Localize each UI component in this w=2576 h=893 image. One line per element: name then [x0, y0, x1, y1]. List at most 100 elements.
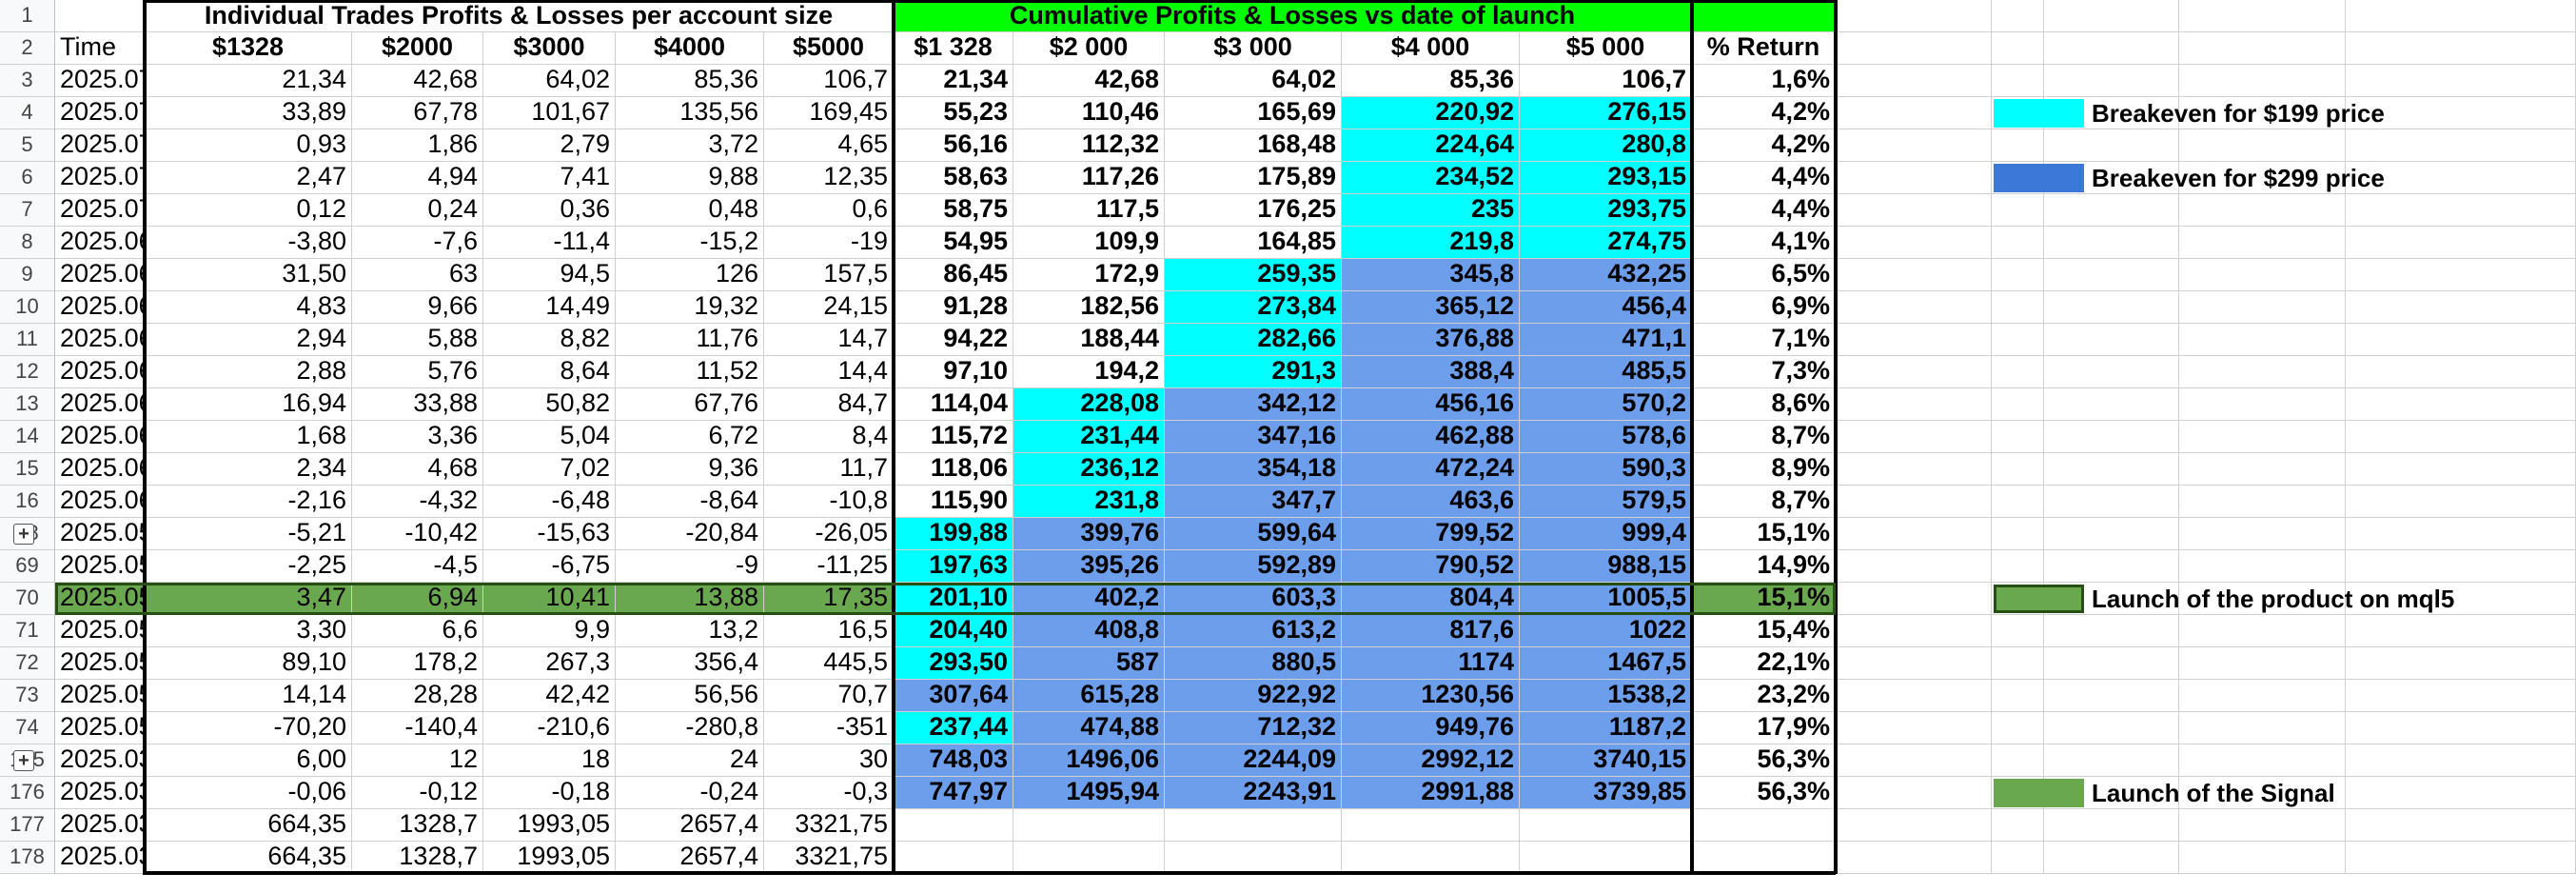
- cumulative-pl-cell[interactable]: [894, 809, 1013, 842]
- individual-pl-cell[interactable]: 6,00: [145, 744, 352, 777]
- cumulative-pl-cell[interactable]: 408,8: [1013, 615, 1165, 647]
- cumulative-pl-cell[interactable]: 204,40: [894, 615, 1013, 647]
- grid-cell[interactable]: [2044, 65, 2179, 97]
- time-cell[interactable]: 2025.06.26 09:43: [55, 356, 145, 388]
- grid-cell[interactable]: [2346, 32, 2576, 65]
- individual-pl-cell[interactable]: 178,2: [352, 647, 483, 680]
- cumulative-pl-cell[interactable]: 168,48: [1165, 129, 1342, 162]
- grid-cell[interactable]: [2346, 259, 2576, 291]
- cumulative-pl-cell[interactable]: 280,8: [1520, 129, 1692, 162]
- grid-cell[interactable]: [2346, 647, 2576, 680]
- individual-pl-cell[interactable]: 9,88: [616, 162, 764, 194]
- time-cell[interactable]: 2025.06.25 20:50: [55, 421, 145, 453]
- individual-pl-cell[interactable]: 1,68: [145, 421, 352, 453]
- cumulative-pl-cell[interactable]: 388,4: [1342, 356, 1520, 388]
- individual-pl-cell[interactable]: 8,82: [483, 324, 616, 356]
- return-cell[interactable]: 7,3%: [1692, 356, 1836, 388]
- time-cell[interactable]: 2025.06.25 14:51: [55, 453, 145, 486]
- individual-pl-cell[interactable]: 11,52: [616, 356, 764, 388]
- individual-pl-cell[interactable]: 50,82: [483, 388, 616, 421]
- grid-cell[interactable]: [1992, 486, 2044, 518]
- cumulative-pl-cell[interactable]: 817,6: [1342, 615, 1520, 647]
- row-header[interactable]: 73: [0, 680, 55, 712]
- row-header[interactable]: 5: [0, 129, 55, 162]
- cumulative-pl-cell[interactable]: 1005,5: [1520, 583, 1692, 615]
- grid-cell[interactable]: [1992, 324, 2044, 356]
- cumulative-pl-cell[interactable]: [1165, 809, 1342, 842]
- individual-pl-cell[interactable]: 10,41: [483, 583, 616, 615]
- individual-pl-cell[interactable]: -210,6: [483, 712, 616, 744]
- grid-cell[interactable]: [2179, 842, 2346, 874]
- cumulative-pl-cell[interactable]: 307,64: [894, 680, 1013, 712]
- individual-pl-cell[interactable]: 13,88: [616, 583, 764, 615]
- return-cell[interactable]: 4,2%: [1692, 129, 1836, 162]
- cumulative-pl-cell[interactable]: 365,12: [1342, 291, 1520, 324]
- return-cell[interactable]: 15,4%: [1692, 615, 1836, 647]
- cumulative-pl-cell[interactable]: [1013, 842, 1165, 874]
- cumulative-pl-cell[interactable]: 237,44: [894, 712, 1013, 744]
- grid-cell[interactable]: [2044, 680, 2179, 712]
- individual-pl-cell[interactable]: 16,94: [145, 388, 352, 421]
- return-cell[interactable]: 4,4%: [1692, 162, 1836, 194]
- return-cell[interactable]: 22,1%: [1692, 647, 1836, 680]
- individual-pl-cell[interactable]: -0,24: [616, 777, 764, 809]
- time-cell[interactable]: 2025.07.01 14:04: [55, 194, 145, 227]
- cumulative-pl-cell[interactable]: 117,26: [1013, 162, 1165, 194]
- individual-pl-cell[interactable]: 3321,75: [764, 809, 894, 842]
- cumulative-pl-cell[interactable]: 3740,15: [1520, 744, 1692, 777]
- row-header[interactable]: 13: [0, 388, 55, 421]
- individual-pl-cell[interactable]: 12: [352, 744, 483, 777]
- row-header[interactable]: 69: [0, 550, 55, 583]
- time-cell[interactable]: 2025.05.23 14:22: [55, 712, 145, 744]
- grid-cell[interactable]: [2044, 356, 2179, 388]
- individual-pl-cell[interactable]: -5,21: [145, 518, 352, 550]
- individual-pl-cell[interactable]: -10,42: [352, 518, 483, 550]
- individual-pl-cell[interactable]: 106,7: [764, 65, 894, 97]
- individual-trades-header[interactable]: Individual Trades Profits & Losses per a…: [145, 0, 894, 32]
- individual-col-header[interactable]: $4000: [616, 32, 764, 65]
- individual-pl-cell[interactable]: -9: [616, 550, 764, 583]
- cumulative-pl-cell[interactable]: [1520, 809, 1692, 842]
- cumulative-pl-cell[interactable]: 224,64: [1342, 129, 1520, 162]
- row-header[interactable]: 71: [0, 615, 55, 647]
- row-header[interactable]: 74: [0, 712, 55, 744]
- grid-cell[interactable]: [2346, 680, 2576, 712]
- grid-cell[interactable]: [1836, 129, 1992, 162]
- cumulative-pl-cell[interactable]: 462,88: [1342, 421, 1520, 453]
- individual-pl-cell[interactable]: 14,7: [764, 324, 894, 356]
- cumulative-col-header[interactable]: $1 328: [894, 32, 1013, 65]
- individual-pl-cell[interactable]: -351: [764, 712, 894, 744]
- grid-cell[interactable]: [1992, 712, 2044, 744]
- individual-pl-cell[interactable]: 1,86: [352, 129, 483, 162]
- cumulative-pl-cell[interactable]: 115,72: [894, 421, 1013, 453]
- individual-pl-cell[interactable]: 9,36: [616, 453, 764, 486]
- individual-pl-cell[interactable]: -10,8: [764, 486, 894, 518]
- grid-cell[interactable]: [2044, 615, 2179, 647]
- cumulative-pl-cell[interactable]: 804,4: [1342, 583, 1520, 615]
- grid-cell[interactable]: [2179, 453, 2346, 486]
- grid-cell[interactable]: [2044, 744, 2179, 777]
- time-cell[interactable]: 2025.03.22 10:10: [55, 842, 145, 874]
- grid-cell[interactable]: [2179, 680, 2346, 712]
- cumulative-pl-cell[interactable]: 228,08: [1013, 388, 1165, 421]
- time-cell[interactable]: 2025.05.26 04:54: [55, 583, 145, 615]
- grid-cell[interactable]: [1836, 259, 1992, 291]
- grid-cell[interactable]: [1992, 647, 2044, 680]
- row-header[interactable]: 72: [0, 647, 55, 680]
- individual-pl-cell[interactable]: 1328,7: [352, 809, 483, 842]
- return-cell[interactable]: [1692, 842, 1836, 874]
- cumulative-pl-cell[interactable]: 578,6: [1520, 421, 1692, 453]
- grid-cell[interactable]: [2179, 388, 2346, 421]
- cumulative-col-header[interactable]: $3 000: [1165, 32, 1342, 65]
- cumulative-pl-cell[interactable]: 1495,94: [1013, 777, 1165, 809]
- row-header[interactable]: 8: [0, 227, 55, 259]
- grid-cell[interactable]: [2044, 324, 2179, 356]
- cumulative-pl-cell[interactable]: 2243,91: [1165, 777, 1342, 809]
- cumulative-pl-cell[interactable]: 799,52: [1342, 518, 1520, 550]
- time-cell[interactable]: 2025.03.24 02:52: [55, 777, 145, 809]
- individual-pl-cell[interactable]: 63: [352, 259, 483, 291]
- individual-pl-cell[interactable]: 30: [764, 744, 894, 777]
- cumulative-pl-cell[interactable]: 58,63: [894, 162, 1013, 194]
- individual-pl-cell[interactable]: 0,6: [764, 194, 894, 227]
- grid-cell[interactable]: [2179, 550, 2346, 583]
